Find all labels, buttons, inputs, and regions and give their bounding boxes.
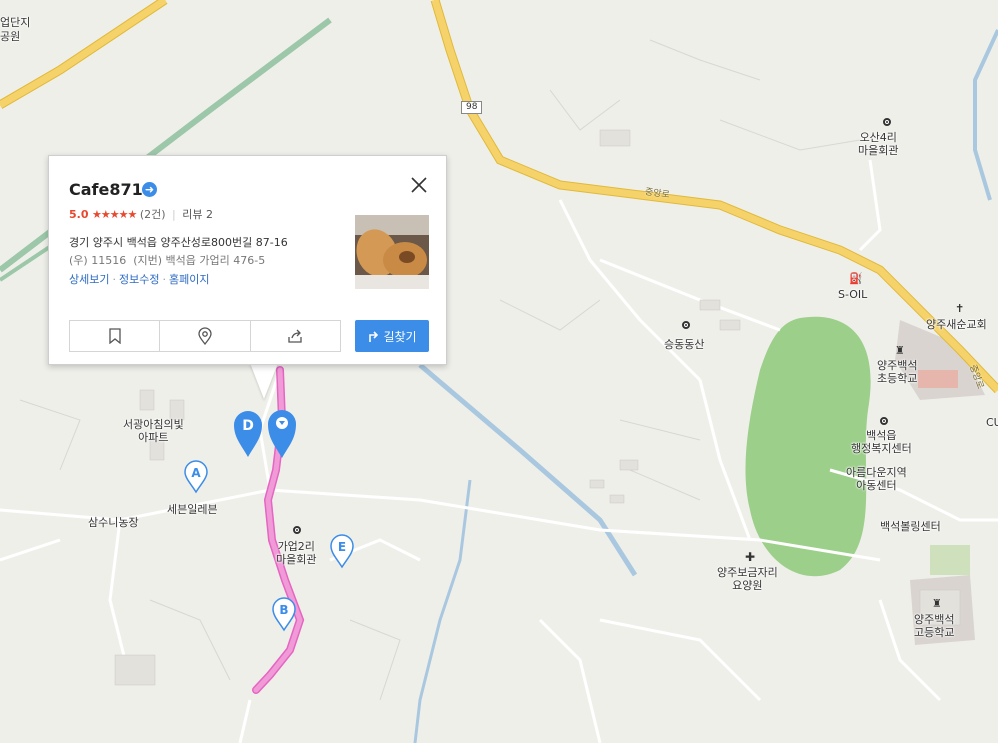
svg-text:E: E bbox=[338, 540, 346, 554]
lot-address: 백석읍 가업리 476-5 bbox=[165, 254, 266, 267]
town-hall-icon-2 bbox=[293, 526, 301, 534]
arrow-right-icon[interactable]: ➜ bbox=[142, 182, 157, 197]
svg-text:D: D bbox=[242, 418, 254, 434]
bookmark-button[interactable] bbox=[70, 321, 161, 351]
label-osan-hall[interactable]: 오산4리 마을회관 bbox=[858, 131, 898, 157]
place-links: 상세보기 · 정보수정 · 홈페이지 bbox=[69, 273, 210, 286]
rating-score: 5.0 bbox=[69, 208, 89, 221]
rating-count[interactable]: (2건) bbox=[140, 208, 166, 221]
review-count[interactable]: 리뷰 2 bbox=[182, 208, 213, 221]
bookmark-icon bbox=[109, 328, 121, 344]
detail-link[interactable]: 상세보기 bbox=[69, 273, 109, 286]
road-address: 경기 양주시 백석읍 양주산성로800번길 87-16 bbox=[69, 236, 288, 249]
school-icon-2: ♜ bbox=[932, 597, 942, 610]
share-icon bbox=[288, 329, 302, 343]
label-seven-eleven[interactable]: 세븐일레븐 bbox=[167, 503, 218, 516]
label-gaeop-hall[interactable]: 가업2리 마을회관 bbox=[276, 540, 316, 566]
lot-label: (지번) bbox=[133, 254, 163, 267]
directions-icon bbox=[369, 331, 379, 342]
postal-address: (우) 11516 (지번) 백석읍 가업리 476-5 bbox=[69, 252, 265, 268]
label-high-school[interactable]: 양주백석 고등학교 bbox=[914, 613, 954, 639]
label-elementary[interactable]: 양주백석 초등학교 bbox=[877, 359, 917, 385]
label-soil[interactable]: S-OIL bbox=[838, 288, 867, 301]
government-icon bbox=[880, 417, 888, 425]
gas-station-icon: ⛽ bbox=[849, 272, 863, 285]
label-church[interactable]: 양주새순교회 bbox=[926, 318, 987, 331]
label-nursing[interactable]: 양주보금자리 요양원 bbox=[717, 566, 778, 592]
divider: | bbox=[172, 208, 176, 221]
edit-info-link[interactable]: 정보수정 bbox=[119, 273, 159, 286]
route-98-shield: 98 bbox=[461, 101, 483, 114]
action-bar bbox=[69, 320, 341, 352]
label-cu[interactable]: CU bbox=[986, 416, 998, 429]
place-photo[interactable] bbox=[355, 215, 429, 289]
place-info-card: Cafe8716 ➜ 5.0 ★★★★★ (2건) | 리뷰 2 경기 양주시 … bbox=[48, 155, 447, 365]
label-park: 공원 bbox=[0, 30, 21, 43]
homepage-link[interactable]: 홈페이지 bbox=[169, 273, 209, 286]
town-hall-icon bbox=[883, 118, 891, 126]
school-icon: ♜ bbox=[895, 344, 905, 357]
rating-row: 5.0 ★★★★★ (2건) | 리뷰 2 bbox=[69, 206, 213, 222]
hospital-icon: ✚ bbox=[745, 550, 756, 564]
label-childcare[interactable]: 아름다운지역 아동센터 bbox=[846, 466, 907, 492]
map-canvas[interactable]: D A E B bbox=[0, 0, 998, 743]
directions-button[interactable]: 길찾기 bbox=[355, 320, 429, 352]
postal-code: (우) 11516 bbox=[69, 254, 127, 267]
rating-stars: ★★★★★ bbox=[92, 208, 137, 221]
share-button[interactable] bbox=[251, 321, 340, 351]
svg-text:A: A bbox=[191, 466, 201, 480]
close-icon[interactable] bbox=[410, 176, 428, 194]
location-button[interactable] bbox=[160, 321, 251, 351]
label-apartment[interactable]: 서광아침의빛 아파트 bbox=[123, 418, 184, 444]
label-mountain[interactable]: 승동동산 bbox=[664, 338, 704, 351]
church-icon: ✝ bbox=[955, 302, 965, 315]
directions-label: 길찾기 bbox=[383, 329, 417, 344]
label-samsuni-farm[interactable]: 삼수니농장 bbox=[88, 516, 139, 529]
label-welfare-center[interactable]: 백석읍 행정복지센터 bbox=[851, 429, 912, 455]
mountain-icon bbox=[682, 321, 690, 329]
card-pointer bbox=[250, 363, 278, 399]
svg-text:B: B bbox=[279, 603, 288, 617]
pin-icon bbox=[198, 327, 212, 345]
label-industrial: 업단지 bbox=[0, 16, 31, 29]
label-bowling[interactable]: 백석볼링센터 bbox=[880, 520, 941, 533]
